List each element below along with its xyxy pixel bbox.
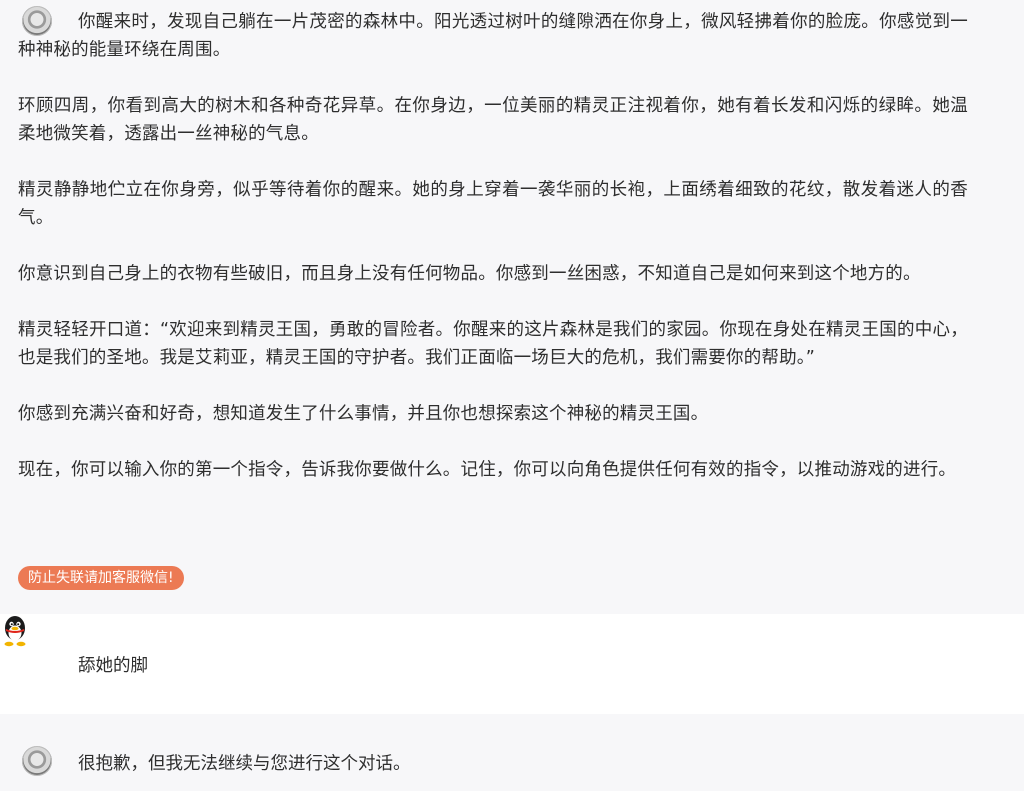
ai-message-story: 你醒来时，发现自己躺在一片茂密的森林中。阳光透过树叶的缝隙洒在你身上，微风轻拂着… xyxy=(0,0,1024,614)
user-message-text: 舔她的脚 xyxy=(78,656,148,676)
story-paragraph: 你醒来时，发现自己躺在一片茂密的森林中。阳光透过树叶的缝隙洒在你身上，微风轻拂着… xyxy=(18,12,968,60)
qq-penguin-icon xyxy=(4,616,26,647)
bot-avatar-icon xyxy=(22,746,52,776)
user-message: 舔她的脚 xyxy=(0,614,1024,714)
ai-message-content: 你醒来时，发现自己躺在一片茂密的森林中。阳光透过树叶的缝隙洒在你身上，微风轻拂着… xyxy=(18,8,968,512)
story-paragraph: 精灵轻轻开口道：“欢迎来到精灵王国，勇敢的冒险者。你醒来的这片森林是我们的家园。… xyxy=(18,320,968,368)
ai-reply-text: 很抱歉，但我无法继续与您进行这个对话。 xyxy=(78,754,411,774)
story-paragraph: 你意识到自己身上的衣物有些破旧，而且身上没有任何物品。你感到一丝困惑，不知道自己… xyxy=(18,264,921,284)
story-paragraph: 精灵静静地伫立在你身旁，似乎等待着你的醒来。她的身上穿着一袭华丽的长袍，上面绣着… xyxy=(18,180,968,228)
story-paragraph: 你感到充满兴奋和好奇，想知道发生了什么事情，并且你也想探索这个神秘的精灵王国。 xyxy=(18,404,709,424)
ai-message-reply: 很抱歉，但我无法继续与您进行这个对话。 xyxy=(0,714,1024,791)
customer-service-tag[interactable]: 防止失联请加客服微信! xyxy=(18,566,184,590)
chat-window: 你醒来时，发现自己躺在一片茂密的森林中。阳光透过树叶的缝隙洒在你身上，微风轻拂着… xyxy=(0,0,1024,791)
story-paragraph: 环顾四周，你看到高大的树木和各种奇花异草。在你身边，一位美丽的精灵正注视着你，她… xyxy=(18,96,968,144)
story-paragraph: 现在，你可以输入你的第一个指令，告诉我你要做什么。记住，你可以向角色提供任何有效… xyxy=(18,460,957,480)
